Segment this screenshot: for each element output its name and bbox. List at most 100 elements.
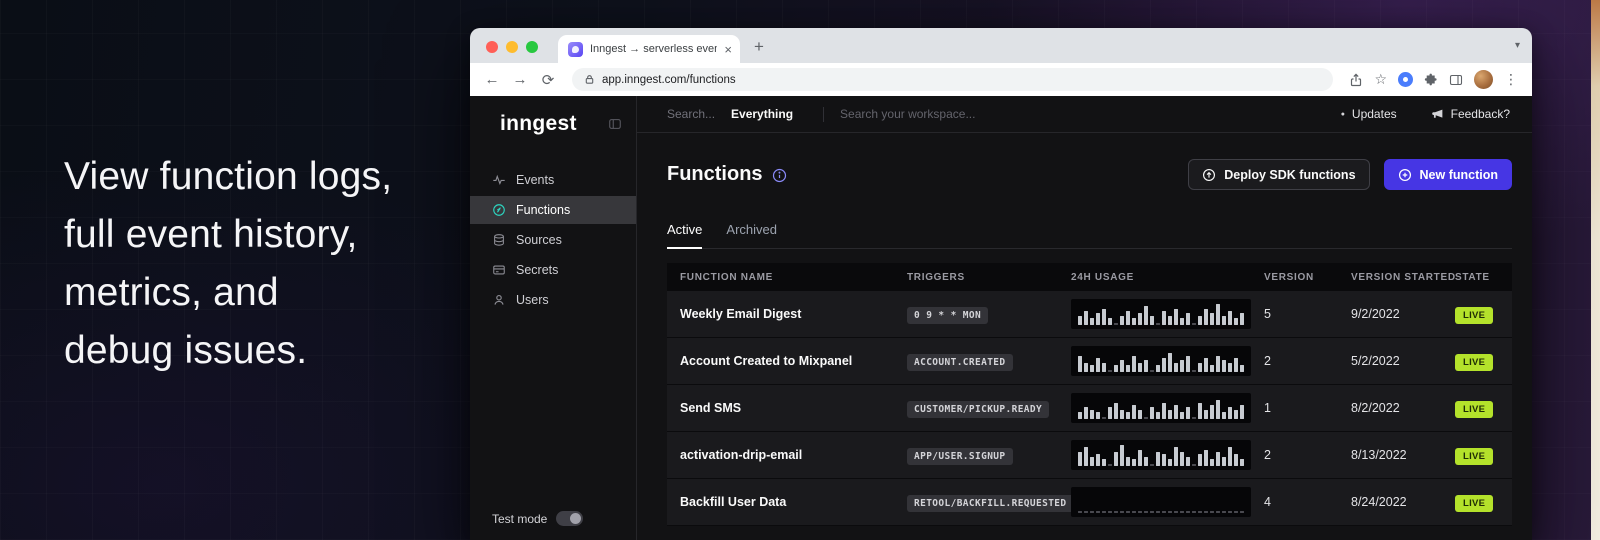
table-row[interactable]: Weekly Email Digest0 9 * * MON59/2/2022L…: [667, 291, 1512, 338]
state-cell: LIVE: [1442, 493, 1512, 512]
usage-sparkline: [1071, 487, 1251, 517]
zoom-window-button[interactable]: [526, 41, 538, 53]
function-name[interactable]: Account Created to Mixpanel: [667, 354, 894, 368]
sidebar-item-label: Sources: [516, 233, 562, 247]
function-name[interactable]: Weekly Email Digest: [667, 307, 894, 321]
table-header: FUNCTION NAMETRIGGERS24H USAGEVERSIONVER…: [667, 263, 1512, 291]
tagline-line: View function logs,: [64, 148, 392, 206]
side-panel-icon[interactable]: [1449, 73, 1463, 87]
tagline-line: full event history,: [64, 206, 392, 264]
plus-circle-icon: [1398, 168, 1412, 182]
state-badge: LIVE: [1455, 495, 1493, 512]
puzzle-extensions-icon[interactable]: [1424, 73, 1438, 87]
browser-toolbar: ← → ⟳ app.inngest.com/functions: [470, 63, 1532, 96]
new-function-button[interactable]: New function: [1384, 159, 1512, 190]
feedback-button[interactable]: Feedback?: [1431, 107, 1510, 121]
table-row[interactable]: Account Created to Mixpanel ACCOUNT.CREAT…: [667, 338, 1512, 385]
tab-close-icon[interactable]: ×: [724, 43, 732, 56]
tab-active[interactable]: Active: [667, 222, 702, 249]
usage-sparkline: [1071, 440, 1251, 470]
table-row[interactable]: Send SMSCUSTOMER/PICKUP.READY18/2/2022LI…: [667, 385, 1512, 432]
address-bar[interactable]: app.inngest.com/functions: [572, 68, 1333, 91]
version-value: 1: [1251, 401, 1338, 415]
share-icon[interactable]: [1349, 73, 1363, 87]
back-icon[interactable]: ←: [480, 71, 504, 88]
column-header: 24H USAGE: [1058, 272, 1251, 283]
function-name[interactable]: activation-drip-email: [667, 448, 894, 462]
state-badge: LIVE: [1455, 354, 1493, 371]
usage-cell: [1058, 487, 1251, 517]
new-tab-button[interactable]: +: [740, 38, 764, 63]
toolbar-icons: ☆ ⋮: [1345, 70, 1522, 89]
new-function-label: New function: [1420, 168, 1498, 182]
close-window-button[interactable]: [486, 41, 498, 53]
test-mode-toggle[interactable]: [556, 511, 583, 526]
version-started-value: 5/2/2022: [1338, 354, 1442, 368]
trigger-cell: 0 9 * * MON: [894, 305, 1058, 324]
sidebar-item-secrets[interactable]: Secrets: [470, 256, 636, 284]
table-row[interactable]: Backfill User Data RETOOL/BACKFILL.REQUES…: [667, 479, 1512, 526]
page-title: Functions: [667, 163, 763, 186]
version-started-value: 8/13/2022: [1338, 448, 1442, 462]
sidebar-item-events[interactable]: Events: [470, 166, 636, 194]
head-buttons: Deploy SDK functions New function: [1188, 159, 1512, 190]
sidebar-item-functions[interactable]: Functions: [470, 196, 636, 224]
trigger-badge: CUSTOMER/PICKUP.READY: [907, 401, 1049, 418]
trigger-badge: APP/USER.SIGNUP: [907, 448, 1013, 465]
sidebar-item-label: Functions: [516, 203, 570, 217]
hero-scene: View function logs,full event history,me…: [0, 0, 1600, 540]
sidebar-item-users[interactable]: Users: [470, 286, 636, 314]
function-name[interactable]: Send SMS: [667, 401, 894, 415]
logo-row: inngest: [470, 96, 636, 154]
secrets-icon: [492, 263, 506, 277]
functions-icon: [492, 203, 506, 217]
trigger-badge: RETOOL/BACKFILL.REQUESTED: [907, 495, 1074, 512]
trigger-badge: 0 9 * * MON: [907, 307, 988, 324]
sidebar-nav: Events Functions Sources Secrets Users: [470, 166, 636, 314]
browser-tab[interactable]: Inngest → serverless event-dri ×: [558, 35, 740, 63]
info-icon[interactable]: [772, 168, 787, 183]
workspace-search-input[interactable]: Search your workspace...: [840, 107, 975, 121]
topbar-divider: [823, 107, 824, 122]
version-started-value: 8/24/2022: [1338, 495, 1442, 509]
usage-sparkline: [1071, 393, 1251, 423]
inngest-favicon-icon: [568, 42, 583, 57]
state-cell: LIVE: [1442, 446, 1512, 465]
trigger-badge: ACCOUNT.CREATED: [907, 354, 1013, 371]
tab-archived[interactable]: Archived: [726, 222, 777, 248]
app-content: Search... Everything Search your workspa…: [637, 96, 1532, 540]
bookmark-star-icon[interactable]: ☆: [1374, 71, 1387, 88]
right-edge-accent: [1591, 0, 1600, 540]
window-controls: [470, 41, 550, 63]
column-header: VERSION: [1251, 272, 1338, 283]
tab-title: Inngest → serverless event-dri: [590, 43, 717, 55]
state-badge: LIVE: [1455, 401, 1493, 418]
sidebar-item-sources[interactable]: Sources: [470, 226, 636, 254]
column-header: STATE: [1442, 272, 1512, 283]
sidebar-item-label: Users: [516, 293, 549, 307]
profile-avatar[interactable]: [1474, 70, 1493, 89]
search-scope[interactable]: Everything: [731, 107, 793, 121]
usage-cell: [1058, 440, 1251, 470]
usage-cell: [1058, 299, 1251, 329]
deploy-sdk-button[interactable]: Deploy SDK functions: [1188, 159, 1369, 190]
updates-button[interactable]: ● Updates: [1341, 107, 1397, 121]
extension-icon[interactable]: [1398, 72, 1413, 87]
reload-icon[interactable]: ⟳: [536, 71, 560, 89]
test-mode-row: Test mode: [470, 499, 636, 540]
search-label[interactable]: Search...: [667, 107, 715, 121]
tagline: View function logs,full event history,me…: [64, 148, 392, 380]
minimize-window-button[interactable]: [506, 41, 518, 53]
events-icon: [492, 173, 506, 187]
sidebar-item-label: Events: [516, 173, 554, 187]
function-name[interactable]: Backfill User Data: [667, 495, 894, 509]
table-row[interactable]: activation-drip-emailAPP/USER.SIGNUP28/1…: [667, 432, 1512, 479]
functions-page: Functions: [637, 133, 1532, 540]
tab-list-chevron-icon[interactable]: ▾: [1515, 40, 1532, 63]
forward-icon[interactable]: →: [508, 71, 532, 88]
feedback-label: Feedback?: [1451, 107, 1510, 121]
browser-menu-icon[interactable]: ⋮: [1504, 71, 1518, 88]
sidebar-collapse-icon[interactable]: [608, 117, 622, 131]
tagline-line: debug issues.: [64, 322, 392, 380]
usage-sparkline: [1071, 299, 1251, 329]
